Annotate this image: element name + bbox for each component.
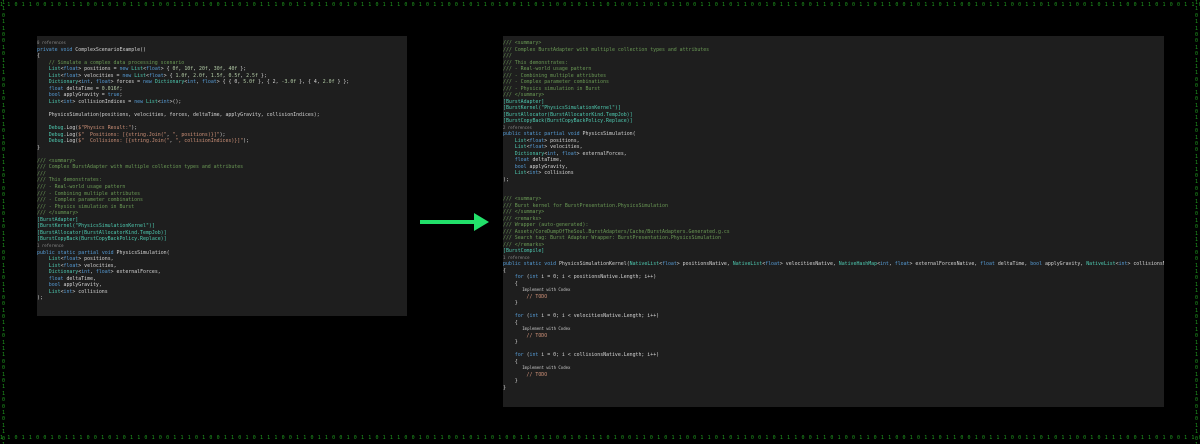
- left-code-text: /// <summary>: [37, 157, 76, 164]
- left-code-text: /// </summary>: [37, 210, 79, 217]
- right-code-text: /// </summary>: [503, 209, 545, 215]
- right-code-text: /// </remarks>: [503, 241, 545, 248]
- right-code-text: Implement with Codex: [503, 365, 571, 370]
- right-code-text: for (int i = 0; i < positionsNative.Leng…: [514, 274, 657, 280]
- left-code-text: ///: [37, 170, 46, 177]
- left-code-text: [BurstCopyBack(BurstCopyBackPolicy.Repla…: [37, 236, 167, 243]
- left-code-text: float deltaTime,: [48, 275, 96, 282]
- right-code-line: }: [503, 385, 1164, 392]
- right-code-text: List<float> positions,: [514, 137, 580, 144]
- left-code-text: /// Complex BurstAdapter with multiple c…: [37, 164, 244, 171]
- right-code-text: Implement with Codex: [503, 287, 571, 292]
- left-code-text: List<float> velocities,: [48, 262, 117, 269]
- source-code-editor[interactable]: 0 references private void ComplexScenario…: [37, 40, 407, 302]
- right-code-text: 2 references: [503, 124, 532, 130]
- right-code-text: /// This demonstrates:: [503, 59, 568, 66]
- right-code-text: }: [503, 384, 506, 391]
- right-code-text: }: [503, 378, 518, 384]
- left-code-text: Debug.Log($" Positions: [{string.Join(",…: [48, 131, 226, 138]
- left-code-text: Debug.Log($" Collisions: [{string.Join("…: [48, 138, 250, 145]
- right-code-text: [BurstCopyBack(BurstCopyBackPolicy.Repla…: [503, 118, 633, 124]
- left-code-line: );: [37, 295, 407, 302]
- left-code-text: Dictionary<int, float> externalForces,: [48, 269, 161, 276]
- right-code-text: {: [503, 267, 506, 274]
- left-code-text: bool applyGravity,: [48, 282, 102, 289]
- left-code-text: );: [37, 295, 43, 302]
- right-code-text: // TODO: [503, 332, 548, 339]
- left-code-text: /// - Real-world usage pattern: [37, 184, 126, 191]
- right-code-text: float deltaTime,: [514, 157, 562, 163]
- left-code-text: private void ComplexScenarioExample(): [37, 46, 146, 53]
- binary-border-right: 1 1 0 1 1 0 0 1 0 1 1 1 0 0 1 0 1 0 1 1 …: [1194, 0, 1198, 444]
- right-code-text: /// <summary>: [503, 196, 542, 202]
- right-code-text: ///: [503, 53, 512, 59]
- left-code-text: /// This demonstrates:: [37, 177, 102, 184]
- right-code-text: // TODO: [503, 293, 548, 300]
- right-code-text: /// </summary>: [503, 92, 545, 98]
- left-code-text: List<float> velocities = new List<float>…: [48, 72, 267, 79]
- right-code-text: Dictionary<int, float> externalForces,: [514, 150, 627, 157]
- right-code-text: /// <summary>: [503, 40, 542, 46]
- right-code-text: /// Wrapper (auto-generated):: [503, 222, 589, 228]
- left-code-text: List<float> positions,: [48, 256, 114, 263]
- right-code-text: /// - Real-world usage pattern: [503, 66, 592, 72]
- left-code-text: Debug.Log($"Physics Result:");: [48, 125, 138, 132]
- generated-code-editor[interactable]: /// <summary>/// Complex BurstAdapter wi…: [503, 40, 1164, 391]
- left-code-text: float deltaTime = 0.016f;: [48, 85, 123, 92]
- binary-border-bottom: 1 1 0 1 1 0 0 1 0 1 1 1 0 0 1 0 1 0 1 1 …: [0, 435, 1200, 441]
- left-code-text: Dictionary<int, float> forces = new Dict…: [48, 79, 350, 86]
- left-code-text: // Simulate a complex data processing sc…: [37, 59, 185, 66]
- source-code-panel: 0 references private void ComplexScenario…: [37, 36, 407, 316]
- left-code-text: List<int> collisionIndices = new List<in…: [48, 98, 182, 105]
- right-code-text: [BurstAllocator(BurstAllocatorKind.TempJ…: [503, 111, 633, 118]
- left-code-text: /// - Combining multiple attributes: [37, 190, 141, 197]
- left-code-text: [BurstAdapter]: [37, 216, 79, 223]
- right-code-text: List<float> velocities,: [514, 144, 583, 150]
- right-code-line: public static void PhysicsSimulationKern…: [503, 261, 1164, 268]
- right-code-text: [BurstCompile]: [503, 248, 545, 254]
- left-code-text: public static partial void PhysicsSimula…: [37, 249, 170, 256]
- left-code-text: {: [37, 53, 40, 60]
- right-code-text: bool applyGravity,: [514, 163, 568, 170]
- right-code-text: for (int i = 0; i < collisionsNative.Len…: [514, 352, 660, 358]
- right-code-text: {: [503, 358, 518, 365]
- right-code-text: public static partial void PhysicsSimula…: [503, 131, 636, 137]
- left-code-text: [BurstAllocator(BurstAllocatorKind.TempJ…: [37, 229, 167, 236]
- binary-border-left: 1 1 0 1 1 0 0 1 0 1 1 1 0 0 1 0 1 0 1 1 …: [1, 0, 5, 444]
- left-code-text: }: [37, 144, 40, 151]
- right-code-text: {: [503, 319, 518, 326]
- right-code-text: /// Complex BurstAdapter with multiple c…: [503, 46, 710, 53]
- right-code-text: /// <remarks>: [503, 215, 542, 222]
- left-code-text: [BurstKernel("PhysicsSimulationKernel")]: [37, 223, 155, 230]
- right-code-text: [BurstKernel("PhysicsSimulationKernel")]: [503, 105, 621, 111]
- right-code-text: /// Search tag: Burst Adapter Wrapper: B…: [503, 235, 721, 241]
- left-code-text: bool applyGravity = true;: [48, 92, 123, 99]
- right-code-text: 1 reference: [503, 254, 530, 260]
- left-code-text: /// - Complex parameter combinations: [37, 197, 143, 204]
- right-code-text: /// - Combining multiple attributes: [503, 72, 607, 79]
- right-code-text: }: [503, 339, 518, 345]
- right-code-text: List<int> collisions: [514, 170, 574, 176]
- right-code-text: {: [503, 280, 518, 287]
- right-code-text: );: [503, 176, 509, 183]
- right-code-text: /// Assets/CoreDumpOfTheSoul.BurstAdapte…: [503, 228, 730, 235]
- right-code-text: /// - Complex parameter combinations: [503, 79, 609, 85]
- left-code-text: 0 references: [37, 40, 66, 45]
- left-code-text: List<int> collisions: [48, 288, 108, 295]
- right-code-text: public static void PhysicsSimulationKern…: [503, 261, 1164, 267]
- left-code-text: /// - Physics simulation in Burst: [37, 203, 135, 210]
- left-code-text: 1 reference: [37, 242, 64, 248]
- left-code-text: PhysicsSimulation(positions, velocities,…: [37, 112, 320, 119]
- right-arrow-icon: [420, 213, 489, 231]
- right-code-text: /// Burst kernel for BurstPresentation.P…: [503, 202, 668, 209]
- generated-code-panel: /// <summary>/// Complex BurstAdapter wi…: [503, 36, 1164, 407]
- right-code-text: Implement with Codex: [503, 326, 571, 331]
- right-code-text: /// - Physics simulation in Burst: [503, 85, 601, 92]
- right-code-text: [BurstAdapter]: [503, 98, 545, 105]
- right-code-text: // TODO: [503, 371, 548, 378]
- binary-border-top: 1 1 0 1 1 0 0 1 0 1 1 1 0 0 1 0 1 0 1 1 …: [0, 2, 1200, 8]
- right-code-text: for (int i = 0; i < velocitiesNative.Len…: [514, 313, 660, 319]
- right-code-text: }: [503, 300, 518, 306]
- left-code-text: List<float> positions = new List<float> …: [48, 66, 247, 73]
